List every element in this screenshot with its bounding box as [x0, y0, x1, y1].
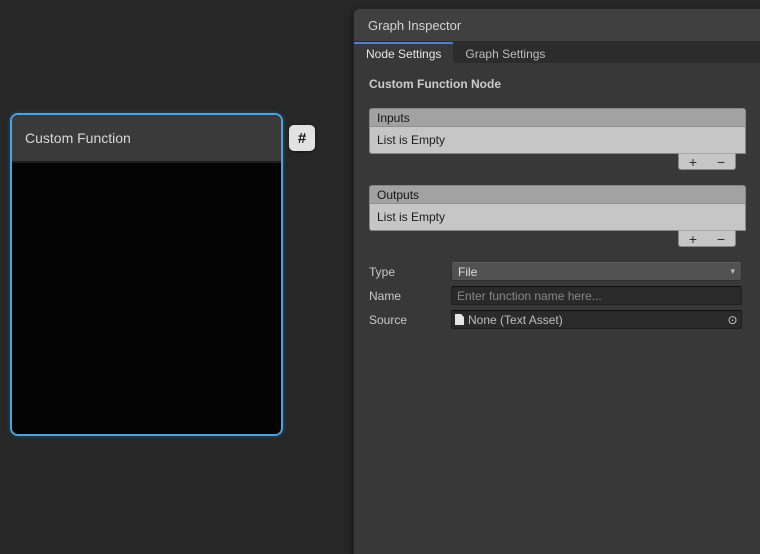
inputs-list-footer: + −	[678, 153, 736, 170]
source-label: Source	[369, 310, 407, 329]
object-picker-icon[interactable]: ⊙	[724, 311, 741, 328]
custom-function-node[interactable]: Custom Function	[10, 113, 283, 436]
tab-graph-settings-label: Graph Settings	[465, 47, 545, 61]
name-field-wrap	[451, 286, 742, 305]
name-row: Name	[369, 286, 742, 305]
chevron-down-icon: ▾	[730, 266, 735, 277]
inputs-add-button[interactable]: +	[679, 154, 707, 169]
outputs-list-empty-row: List is Empty	[369, 204, 746, 231]
inspector-titlebar[interactable]: Graph Inspector	[354, 9, 760, 42]
graph-editor: Custom Function # Graph Inspector Node S…	[0, 0, 760, 554]
hash-badge-icon[interactable]: #	[289, 125, 315, 151]
text-asset-icon	[455, 314, 464, 325]
plus-icon: +	[689, 155, 697, 169]
type-dropdown-value: File	[458, 265, 477, 279]
function-name-input[interactable]	[451, 286, 742, 305]
tab-node-settings-label: Node Settings	[366, 47, 441, 61]
tab-node-settings[interactable]: Node Settings	[354, 42, 453, 63]
name-label: Name	[369, 286, 401, 305]
minus-icon: −	[717, 155, 725, 169]
outputs-empty-text: List is Empty	[377, 210, 445, 224]
outputs-add-button[interactable]: +	[679, 231, 707, 246]
outputs-list-header: Outputs	[369, 185, 746, 204]
source-object-field[interactable]: None (Text Asset) ⊙	[451, 310, 742, 329]
type-row: Type File ▾	[369, 262, 742, 281]
outputs-list-footer: + −	[678, 230, 736, 247]
inspector-title: Graph Inspector	[368, 18, 461, 33]
plus-icon: +	[689, 232, 697, 246]
node-settings-heading: Custom Function Node	[369, 77, 760, 91]
inputs-empty-text: List is Empty	[377, 133, 445, 147]
node-body	[12, 163, 281, 434]
inputs-list-empty-row: List is Empty	[369, 127, 746, 154]
outputs-list-title: Outputs	[377, 188, 419, 202]
node-title: Custom Function	[25, 130, 131, 146]
inspector-tabbar: Node Settings Graph Settings	[354, 42, 760, 63]
inputs-list-header: Inputs	[369, 108, 746, 127]
outputs-list: Outputs List is Empty + −	[369, 185, 746, 247]
hash-glyph: #	[298, 130, 306, 147]
outputs-remove-button[interactable]: −	[707, 231, 735, 246]
tab-graph-settings[interactable]: Graph Settings	[453, 42, 557, 63]
graph-inspector-panel: Graph Inspector Node Settings Graph Sett…	[353, 8, 760, 554]
type-dropdown[interactable]: File ▾	[451, 262, 742, 281]
inputs-list: Inputs List is Empty + −	[369, 108, 746, 170]
node-header[interactable]: Custom Function	[12, 115, 281, 163]
source-row: Source None (Text Asset) ⊙	[369, 310, 742, 329]
inputs-remove-button[interactable]: −	[707, 154, 735, 169]
source-object-value: None (Text Asset)	[468, 313, 563, 327]
inputs-list-title: Inputs	[377, 111, 410, 125]
type-label: Type	[369, 262, 395, 281]
minus-icon: −	[717, 232, 725, 246]
